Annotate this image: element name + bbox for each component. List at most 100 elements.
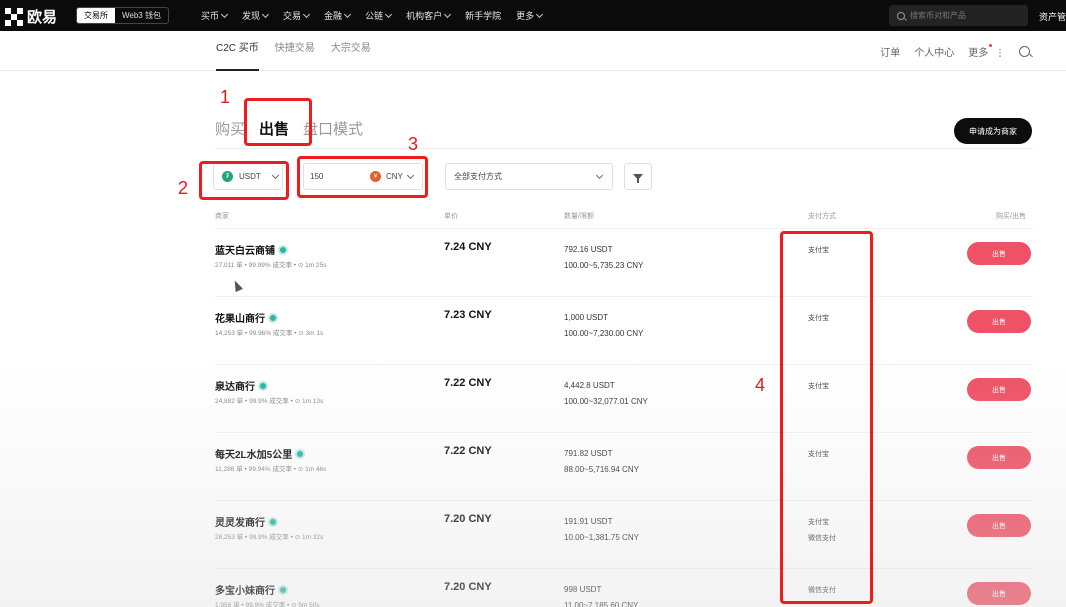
tab-block-trade[interactable]: 大宗交易: [331, 31, 371, 71]
menu-label: 机构客户: [406, 11, 443, 21]
menu-academy[interactable]: 新手学院: [465, 9, 501, 22]
menu-buy-crypto[interactable]: 买币: [201, 9, 229, 22]
order-limit: 88.00~5,716.94 CNY: [564, 465, 639, 474]
sell-button[interactable]: 出售: [967, 378, 1031, 401]
annotation-number: 2: [178, 178, 189, 198]
available-quantity: 191.91 USDT: [564, 517, 613, 526]
global-search-input[interactable]: [910, 11, 1020, 20]
menu-chain[interactable]: 公链: [365, 9, 393, 22]
row-divider: [215, 500, 1033, 501]
tab-c2c-buy[interactable]: C2C 买币: [216, 31, 259, 71]
verified-badge-icon: [268, 312, 278, 323]
payment-methods: 支付宝: [808, 311, 829, 327]
merchant-name-text: 花果山商行: [215, 314, 265, 325]
merchant-stats: 11,286 单 • 99.94% 成交率 • ⊙ 1m 46s: [215, 466, 327, 473]
merchant-name-text: 多宝小妹商行: [215, 586, 275, 597]
sell-button[interactable]: 出售: [967, 310, 1031, 333]
payment-method-value: 全部支付方式: [454, 172, 502, 181]
table-row: 灵灵发商行 28,253 单 • 99.9% 成交率 • ⊙ 1m 32s 7.…: [215, 500, 1033, 568]
quantity-limit: 4,442.8 USDT 100.00~32,077.01 CNY: [564, 378, 648, 410]
fiat-select[interactable]: ¥ CNY: [370, 171, 414, 182]
more-link[interactable]: 更多 ⋮: [968, 43, 1005, 59]
table-row: 泉达商行 24,882 单 • 99.9% 成交率 • ⊙ 1m 13s 7.2…: [215, 364, 1033, 432]
payment-method: 微信支付: [808, 535, 836, 542]
amount-input-group[interactable]: 150 ¥ CNY: [303, 163, 423, 190]
logo-text: 欧易: [27, 9, 58, 26]
merchant-name[interactable]: 泉达商行: [215, 378, 268, 393]
verified-badge-icon: [278, 244, 288, 255]
menu-finance[interactable]: 金融: [324, 9, 352, 22]
unit-price: 7.22 CNY: [444, 445, 492, 457]
merchant-stats: 27,011 单 • 99.99% 成交率 • ⊙ 1m 25s: [215, 262, 327, 269]
verified-badge-icon: [278, 584, 288, 595]
quantity-limit: 998 USDT 11.00~7,185.60 CNY: [564, 582, 638, 607]
main-menu: 买币 发现 交易 金融 公链 机构客户 新手学院 更多: [201, 0, 544, 31]
sell-button[interactable]: 出售: [967, 242, 1031, 265]
payment-methods: 支付宝: [808, 243, 829, 259]
order-limit: 100.00~5,735.23 CNY: [564, 261, 644, 270]
amount-input[interactable]: 150: [310, 172, 370, 181]
merchant-name[interactable]: 花果山商行: [215, 310, 278, 325]
chevron-down-icon: [220, 10, 229, 18]
menu-trade[interactable]: 交易: [283, 9, 311, 22]
column-header-payment: 支付方式: [808, 213, 836, 220]
orders-link[interactable]: 订单: [880, 44, 900, 59]
table-row: 每天2L水加5公里 11,286 单 • 99.94% 成交率 • ⊙ 1m 4…: [215, 432, 1033, 500]
available-quantity: 998 USDT: [564, 585, 602, 594]
verified-badge-icon: [268, 516, 278, 527]
available-quantity: 792.16 USDT: [564, 245, 613, 254]
menu-more[interactable]: 更多: [516, 9, 544, 22]
mode-tab-exchange[interactable]: 交易所: [77, 8, 115, 23]
menu-label: 买币: [201, 11, 220, 21]
become-merchant-button[interactable]: 申请成为商家: [954, 118, 1032, 144]
verified-badge-icon: [258, 380, 268, 391]
merchant-name[interactable]: 多宝小妹商行: [215, 582, 288, 597]
profile-link[interactable]: 个人中心: [914, 44, 954, 59]
global-search[interactable]: [889, 5, 1028, 26]
merchant-stats: 14,253 单 • 99.96% 成交率 • ⊙ 3m 1s: [215, 330, 324, 337]
search-icon[interactable]: [1019, 45, 1030, 57]
menu-label: 更多: [516, 11, 535, 21]
row-divider: [215, 228, 1033, 229]
chevron-down-icon: [303, 10, 311, 18]
merchant-name-text: 蓝天白云商铺: [215, 246, 275, 257]
payment-method-select[interactable]: 全部支付方式: [445, 163, 613, 190]
table-row: 花果山商行 14,253 单 • 99.96% 成交率 • ⊙ 3m 1s 7.…: [215, 296, 1033, 364]
column-header-merchant: 商家: [215, 213, 229, 220]
annotation-number: 4: [755, 375, 766, 395]
assets-menu[interactable]: 资产管: [1039, 10, 1066, 23]
tab-orderbook-mode[interactable]: 盘口模式: [303, 118, 363, 145]
menu-institutional[interactable]: 机构客户: [406, 9, 452, 22]
merchant-stats: 24,882 单 • 99.9% 成交率 • ⊙ 1m 13s: [215, 398, 324, 405]
sell-button[interactable]: 出售: [967, 446, 1031, 469]
menu-discover[interactable]: 发现: [242, 9, 270, 22]
merchant-name-text: 每天2L水加5公里: [215, 450, 293, 461]
quantity-limit: 792.16 USDT 100.00~5,735.23 CNY: [564, 242, 643, 274]
payment-method: 支付宝: [808, 519, 829, 526]
okx-logo[interactable]: 欧易: [5, 6, 57, 27]
quantity-limit: 791.82 USDT 88.00~5,716.94 CNY: [564, 446, 639, 478]
annotation-number: 1: [220, 87, 231, 107]
column-header-quantity: 数量/限额: [564, 213, 594, 220]
payment-methods: 支付宝: [808, 447, 829, 463]
sell-button[interactable]: 出售: [967, 582, 1031, 605]
payment-methods: 微信支付: [808, 583, 836, 599]
verified-badge-icon: [295, 448, 306, 459]
mode-tab-web3-wallet[interactable]: Web3 钱包: [115, 8, 168, 23]
sell-button[interactable]: 出售: [967, 514, 1031, 537]
notification-dot-icon: [989, 43, 993, 47]
filter-button[interactable]: [624, 163, 652, 190]
fiat-select-value: CNY: [386, 172, 403, 181]
tab-sell[interactable]: 出售: [259, 118, 290, 145]
merchant-name[interactable]: 每天2L水加5公里: [215, 446, 306, 461]
merchant-stats: 28,253 单 • 99.9% 成交率 • ⊙ 1m 32s: [215, 534, 324, 541]
chevron-down-icon: [271, 171, 279, 179]
coin-select[interactable]: ₮ USDT: [213, 163, 283, 190]
quantity-limit: 191.91 USDT 10.00~1,381.75 CNY: [564, 514, 639, 546]
tab-buy[interactable]: 购买: [215, 118, 245, 145]
tab-express[interactable]: 快捷交易: [275, 31, 315, 71]
merchant-name[interactable]: 灵灵发商行: [215, 514, 278, 529]
merchant-name[interactable]: 蓝天白云商铺: [215, 242, 288, 257]
usdt-coin-icon: ₮: [222, 171, 233, 182]
merchant-stats: 1,958 单 • 99.9% 成交率 • ⊙ 5m 50s: [215, 602, 320, 607]
